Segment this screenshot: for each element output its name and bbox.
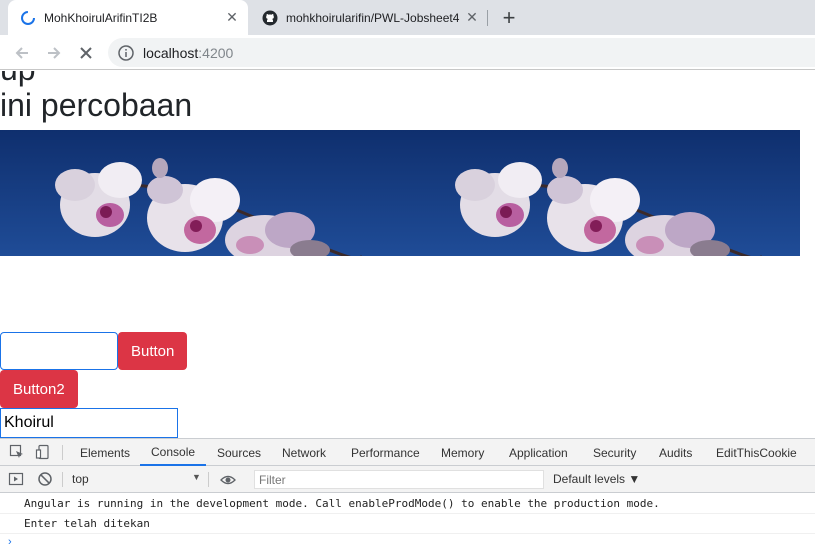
address-bar[interactable]: localhost:4200 <box>108 38 815 67</box>
url-port: :4200 <box>198 44 234 61</box>
close-tab-icon[interactable]: ✕ <box>462 8 482 28</box>
sidebar-toggle-icon[interactable] <box>8 471 24 487</box>
name-input[interactable]: Khoirul <box>0 408 178 438</box>
toolbar-divider <box>208 472 209 487</box>
toolbar-divider <box>62 472 63 487</box>
tab-editthiscookie[interactable]: EditThisCookie <box>716 439 797 466</box>
new-tab-button[interactable]: + <box>497 5 521 30</box>
orchid-banner <box>0 130 800 256</box>
tab-sources[interactable]: Sources <box>217 439 261 466</box>
devtools-tabbar: Elements Console Sources Network Perform… <box>0 439 815 466</box>
tab-title: MohKhoirulArifinTI2B <box>44 10 158 25</box>
url-text: localhost:4200 <box>143 45 233 61</box>
device-toolbar-icon[interactable] <box>35 444 51 460</box>
github-icon <box>262 10 278 25</box>
button[interactable]: Button <box>118 332 188 370</box>
console-message: Enter telah ditekan <box>0 514 815 534</box>
eye-icon[interactable] <box>220 472 236 488</box>
info-icon[interactable] <box>118 44 134 61</box>
console-message: Angular is running in the development mo… <box>0 494 815 514</box>
text-input-empty[interactable] <box>0 332 118 370</box>
page-heading: ini percobaan <box>0 87 193 123</box>
tab-active[interactable]: MohKhoirulArifinTI2B ✕ <box>8 0 248 35</box>
tab-title: mohkhoirularifin/PWL-Jobsheet4 <box>286 10 460 25</box>
tab-application[interactable]: Application <box>509 439 568 466</box>
tab-console[interactable]: Console <box>140 439 207 466</box>
tab-strip: MohKhoirulArifinTI2B ✕ mohkhoirularifin/… <box>0 0 815 35</box>
tab-separator <box>487 10 488 26</box>
orchid-image <box>0 130 400 256</box>
forward-button[interactable] <box>42 41 66 65</box>
log-levels-dropdown[interactable]: Default levels ▼ <box>553 472 640 486</box>
filter-input[interactable]: Filter <box>254 470 544 489</box>
loading-spinner-icon <box>21 10 35 25</box>
inspect-element-icon[interactable] <box>9 444 25 460</box>
orchid-image <box>400 130 800 256</box>
arrow-right-icon <box>48 47 61 59</box>
devtools-panel: Elements Console Sources Network Perform… <box>0 438 815 548</box>
arrow-left-icon <box>15 47 28 59</box>
tab-network[interactable]: Network <box>282 439 326 466</box>
console-toolbar: top ▼ Filter Default levels ▼ <box>0 466 815 493</box>
button2[interactable]: Button2 <box>0 370 78 408</box>
clear-console-icon[interactable] <box>37 471 53 487</box>
tab-audits[interactable]: Audits <box>659 439 692 466</box>
context-select[interactable]: top <box>72 472 89 486</box>
clipped-heading: up <box>0 71 36 88</box>
console-prompt[interactable]: › <box>8 536 12 548</box>
tab-memory[interactable]: Memory <box>441 439 484 466</box>
close-icon <box>80 47 92 59</box>
browser-toolbar: localhost:4200 <box>0 35 815 70</box>
dropdown-arrow-icon[interactable]: ▼ <box>192 472 201 482</box>
toolbar-divider <box>62 445 63 460</box>
url-host: localhost <box>143 44 199 61</box>
tab-elements[interactable]: Elements <box>80 439 130 466</box>
page-viewport: up ini percobaan <box>0 71 815 438</box>
tab-security[interactable]: Security <box>593 439 636 466</box>
tab-performance[interactable]: Performance <box>351 439 420 466</box>
back-button[interactable] <box>10 41 34 65</box>
stop-button[interactable] <box>74 41 98 65</box>
tab-github[interactable]: mohkhoirularifin/PWL-Jobsheet4 ✕ <box>250 0 488 35</box>
close-tab-icon[interactable]: ✕ <box>222 8 242 28</box>
